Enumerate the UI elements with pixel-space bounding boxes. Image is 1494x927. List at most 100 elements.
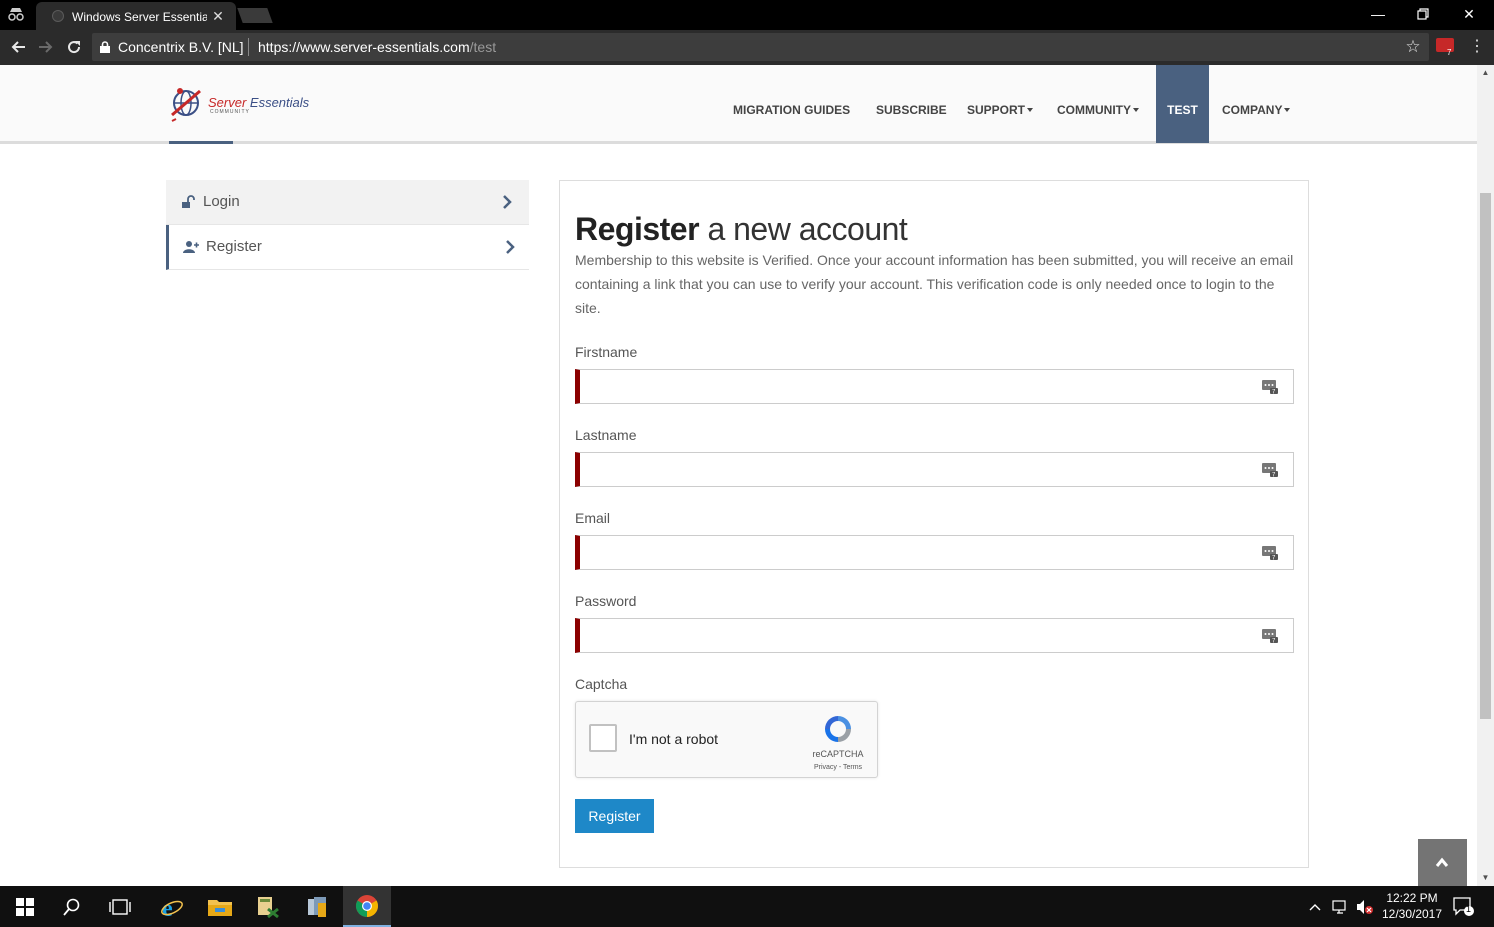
page-title: Register a new account	[575, 209, 908, 249]
account-sidemenu: Login Register	[166, 180, 529, 271]
unlock-icon	[182, 195, 195, 208]
firstname-label: Firstname	[575, 344, 638, 360]
search-icon[interactable]	[48, 886, 96, 927]
chevron-right-icon	[503, 195, 512, 209]
browser-tab[interactable]: Windows Server Essentia ✕	[36, 2, 236, 30]
recaptcha-logo-icon	[825, 716, 851, 742]
email-label: Email	[575, 510, 611, 526]
task-view-icon[interactable]	[96, 886, 144, 927]
password-field[interactable]: 7	[575, 618, 1294, 653]
caret-down-icon	[1133, 107, 1139, 112]
sidemenu-label: Login	[203, 193, 240, 210]
page-scrollbar[interactable]: ▲ ▼	[1477, 65, 1494, 886]
captcha-label: Captcha	[575, 676, 628, 692]
taskbar-clock[interactable]: 12:22 PM 12/30/2017	[1378, 890, 1446, 922]
nav-company[interactable]: COMPANY	[1222, 65, 1291, 143]
globe-logo-icon	[171, 88, 201, 122]
sidemenu-label: Register	[206, 238, 262, 255]
site-logo[interactable]: Server Essentials COMMUNITY	[170, 85, 335, 125]
recaptcha-links[interactable]: Privacy - Terms	[801, 763, 875, 773]
notification-count: 1	[1466, 904, 1472, 914]
nav-migration-guides[interactable]: MIGRATION GUIDES	[733, 65, 850, 143]
admin-tools-icon[interactable]	[294, 886, 342, 927]
password-manager-icon[interactable]: 7	[1262, 378, 1279, 395]
site-favicon-icon	[52, 10, 64, 22]
lock-icon	[100, 40, 110, 53]
logo-text-blue: Essentials	[246, 95, 310, 110]
tab-title: Windows Server Essentia	[72, 10, 207, 24]
register-description: Membership to this website is Verified. …	[575, 252, 1294, 316]
tab-close-icon[interactable]: ✕	[210, 6, 226, 26]
new-tab-button[interactable]	[237, 8, 273, 23]
email-field[interactable]: 7	[575, 535, 1294, 570]
recaptcha-widget: I'm not a robot reCAPTCHA Privacy - Term…	[575, 701, 878, 778]
logo-wordmark: Server Essentials	[208, 96, 309, 110]
browser-menu-icon[interactable]: ⋮	[1467, 35, 1487, 59]
register-panel: Register a new account Membership to thi…	[559, 180, 1309, 868]
register-button[interactable]: Register	[575, 799, 654, 833]
sidemenu-item-register[interactable]: Register	[166, 225, 529, 270]
back-to-top-button[interactable]	[1418, 839, 1467, 886]
chrome-taskbar-icon[interactable]	[343, 886, 391, 927]
password-manager-icon[interactable]: 7	[1262, 461, 1279, 478]
incognito-icon	[7, 7, 25, 23]
nav-label: COMPANY	[1222, 103, 1283, 117]
internet-explorer-icon[interactable]: e	[148, 886, 196, 927]
windows-start-icon[interactable]	[0, 886, 48, 927]
clock-date: 12/30/2017	[1381, 907, 1443, 921]
nav-label: SUPPORT	[967, 103, 1026, 117]
nav-subscribe[interactable]: SUBSCRIBE	[876, 65, 947, 143]
caret-down-icon	[1284, 107, 1291, 112]
nav-label: MIGRATION GUIDES	[733, 103, 851, 117]
extension-badge: 7	[1447, 48, 1452, 57]
forward-icon[interactable]	[34, 35, 58, 59]
nav-support[interactable]: SUPPORT	[967, 65, 1034, 143]
volume-muted-icon[interactable]	[1354, 886, 1376, 927]
lastname-field[interactable]: 7	[575, 452, 1294, 487]
site-header: Server Essentials COMMUNITY MIGRATION GU…	[0, 65, 1477, 144]
address-bar[interactable]: Concentrix B.V. [NL] https://www.server-…	[92, 33, 1429, 61]
nav-community[interactable]: COMMUNITY	[1057, 65, 1139, 143]
close-window-icon[interactable]: ✕	[1457, 3, 1481, 25]
browser-toolbar: Concentrix B.V. [NL] https://www.server-…	[0, 30, 1494, 65]
reload-icon[interactable]	[62, 35, 86, 59]
page-title-light: a new account	[699, 211, 908, 247]
url-path: /test	[469, 39, 497, 55]
scroll-down-icon[interactable]: ▼	[1477, 870, 1494, 886]
nav-test[interactable]: TEST	[1156, 65, 1209, 143]
nav-label: SUBSCRIBE	[876, 103, 947, 117]
recaptcha-checkbox[interactable]	[589, 724, 617, 752]
recaptcha-brand: reCAPTCHA	[812, 749, 864, 759]
caret-down-icon	[1027, 107, 1034, 112]
tray-chevron-up-icon[interactable]	[1306, 886, 1324, 927]
user-plus-icon	[183, 241, 199, 253]
bookmark-star-icon[interactable]: ☆	[1403, 37, 1423, 57]
logo-text-red: Server	[208, 95, 247, 110]
chevron-up-icon	[1435, 857, 1449, 867]
network-icon[interactable]	[1330, 886, 1352, 927]
password-manager-icon[interactable]: 7	[1262, 544, 1279, 561]
nav-label: TEST	[1167, 103, 1198, 117]
url-main: https://www.server-essentials.com	[258, 39, 470, 55]
lastname-label: Lastname	[575, 427, 637, 443]
browser-titlebar: Windows Server Essentia ✕ — ✕	[0, 0, 1494, 30]
scroll-thumb[interactable]	[1480, 193, 1491, 719]
server-manager-icon[interactable]	[244, 886, 292, 927]
scroll-up-icon[interactable]: ▲	[1477, 65, 1494, 81]
recaptcha-text: I'm not a robot	[629, 731, 719, 747]
back-icon[interactable]	[6, 35, 30, 59]
page-viewport: Server Essentials COMMUNITY MIGRATION GU…	[0, 65, 1494, 886]
file-explorer-icon[interactable]	[196, 886, 244, 927]
chevron-right-icon	[506, 240, 515, 254]
clock-time: 12:22 PM	[1386, 891, 1438, 905]
url-text: https://www.server-essentials.com/test	[258, 39, 496, 55]
site-identity: Concentrix B.V. [NL]	[118, 39, 244, 55]
password-manager-icon[interactable]: 7	[1262, 627, 1279, 644]
restore-icon[interactable]	[1411, 3, 1435, 25]
firstname-field[interactable]: 7	[575, 369, 1294, 404]
minimize-icon[interactable]: —	[1366, 3, 1390, 25]
sidemenu-item-login[interactable]: Login	[166, 180, 529, 225]
action-center-icon[interactable]: 1	[1450, 886, 1478, 927]
nav-label: COMMUNITY	[1057, 103, 1131, 117]
windows-taskbar: e 12:22 PM 12/30/2017 1	[0, 886, 1494, 927]
